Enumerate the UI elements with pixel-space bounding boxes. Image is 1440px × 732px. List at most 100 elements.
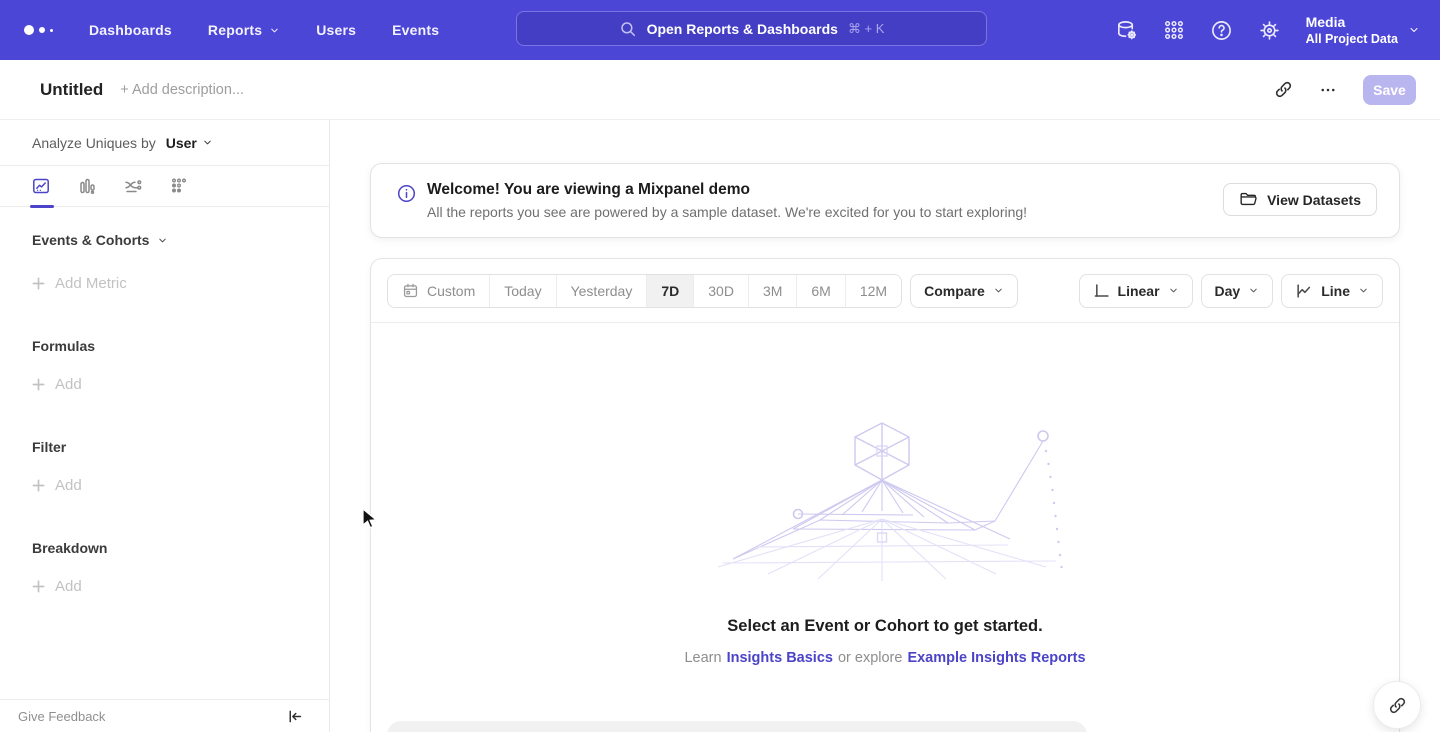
- range-label: 30D: [708, 283, 734, 299]
- analyze-label: Analyze Uniques by: [32, 135, 156, 151]
- logo-dot: [39, 27, 45, 33]
- settings-gear-icon[interactable]: [1258, 19, 1281, 42]
- project-name: Media: [1306, 13, 1398, 31]
- empty-state-title: Select an Event or Cohort to get started…: [371, 617, 1399, 636]
- nav-events[interactable]: Events: [392, 22, 439, 38]
- example-insights-reports-link[interactable]: Example Insights Reports: [907, 650, 1085, 666]
- section-label: Breakdown: [32, 540, 107, 556]
- range-label: 6M: [811, 283, 830, 299]
- search-shortcut: ⌘ + K: [848, 21, 885, 37]
- range-12m-button[interactable]: 12M: [845, 275, 901, 307]
- linear-label: Linear: [1118, 283, 1160, 299]
- link-icon: [1388, 696, 1407, 715]
- banner-title: Welcome! You are viewing a Mixpanel demo: [427, 181, 1027, 199]
- chevron-down-icon: [1408, 24, 1420, 36]
- plus-icon: [32, 378, 45, 391]
- or-explore-text: or explore: [838, 650, 902, 666]
- line-chart-icon: [1295, 282, 1313, 300]
- data-management-icon[interactable]: [1115, 19, 1138, 42]
- formulas-header: Formulas: [32, 338, 329, 354]
- report-title[interactable]: Untitled: [40, 80, 103, 100]
- nav-reports[interactable]: Reports: [208, 22, 280, 38]
- range-label: Yesterday: [571, 283, 633, 299]
- add-description-field[interactable]: + Add description...: [120, 82, 244, 98]
- chevron-down-icon: [1168, 285, 1179, 296]
- chevron-down-icon: [993, 285, 1004, 296]
- insights-basics-link[interactable]: Insights Basics: [727, 650, 833, 666]
- help-icon[interactable]: [1210, 19, 1233, 42]
- breakdown-header: Breakdown: [32, 540, 329, 556]
- range-7d-button[interactable]: 7D: [646, 275, 693, 307]
- view-datasets-button[interactable]: View Datasets: [1223, 183, 1377, 216]
- tab-flows-icon[interactable]: [123, 176, 143, 196]
- add-filter-button[interactable]: Add: [32, 477, 329, 494]
- nav-dashboards[interactable]: Dashboards: [89, 22, 172, 38]
- add-metric-button[interactable]: Add Metric: [32, 275, 329, 292]
- tab-insights-icon[interactable]: [31, 176, 51, 196]
- action-label: Add: [55, 578, 82, 595]
- compare-label: Compare: [924, 283, 985, 299]
- nav-dashboards-label: Dashboards: [89, 22, 172, 38]
- range-30d-button[interactable]: 30D: [693, 275, 748, 307]
- add-breakdown-button[interactable]: Add: [32, 578, 329, 595]
- range-today-button[interactable]: Today: [489, 275, 555, 307]
- sidebar-footer: Give Feedback: [0, 699, 329, 732]
- compare-button[interactable]: Compare: [910, 274, 1018, 308]
- add-formula-button[interactable]: Add: [32, 376, 329, 393]
- query-builder-sidebar: Analyze Uniques by User: [0, 120, 330, 732]
- chevron-down-icon: [157, 235, 168, 246]
- tab-bar-chart-icon[interactable]: [77, 176, 97, 196]
- more-options-icon[interactable]: [1319, 81, 1337, 99]
- line-label: Line: [1321, 283, 1350, 299]
- collapse-sidebar-icon[interactable]: [286, 708, 303, 725]
- save-button[interactable]: Save: [1363, 75, 1416, 105]
- mixpanel-logo[interactable]: [24, 25, 53, 35]
- apps-grid-icon[interactable]: [1163, 19, 1185, 41]
- chevron-down-icon: [202, 137, 213, 148]
- chart-style-line-button[interactable]: Line: [1281, 274, 1383, 308]
- breakdown-section: Breakdown Add: [0, 540, 329, 595]
- analyze-value-dropdown[interactable]: User: [166, 135, 213, 151]
- range-label: 7D: [661, 283, 679, 299]
- chart-type-tabs: [0, 165, 329, 207]
- chevron-down-icon: [1248, 285, 1259, 296]
- plus-icon: [32, 580, 45, 593]
- project-selector[interactable]: Media All Project Data: [1306, 13, 1420, 47]
- search-icon: [619, 20, 637, 38]
- tab-retention-icon[interactable]: [169, 176, 189, 196]
- range-yesterday-button[interactable]: Yesterday: [556, 275, 647, 307]
- events-cohorts-section: Events & Cohorts Add Metric: [0, 232, 329, 292]
- range-label: 12M: [860, 283, 887, 299]
- primary-nav: Dashboards Reports Users Events: [89, 22, 439, 38]
- learn-prefix: Learn: [684, 650, 721, 666]
- copy-link-icon[interactable]: [1274, 80, 1293, 99]
- range-label: 3M: [763, 283, 782, 299]
- breakdown-table-peek: [387, 721, 1087, 732]
- range-label: Custom: [427, 283, 475, 299]
- analyze-uniques-row: Analyze Uniques by User: [0, 120, 329, 165]
- range-3m-button[interactable]: 3M: [748, 275, 796, 307]
- filter-section: Filter Add: [0, 439, 329, 494]
- empty-state-illustration: [698, 419, 1078, 584]
- welcome-banner: Welcome! You are viewing a Mixpanel demo…: [370, 163, 1400, 238]
- chevron-down-icon: [269, 25, 280, 36]
- formulas-section: Formulas Add: [0, 338, 329, 393]
- interval-day-button[interactable]: Day: [1201, 274, 1274, 308]
- insights-report-card: Custom Today Yesterday 7D 30D 3M 6M 12M …: [370, 258, 1400, 732]
- share-link-floating-button[interactable]: [1373, 681, 1421, 729]
- empty-state-links: Learn Insights Basics or explore Example…: [371, 650, 1399, 666]
- nav-users[interactable]: Users: [316, 22, 356, 38]
- logo-dot: [24, 25, 34, 35]
- events-cohorts-header[interactable]: Events & Cohorts: [32, 232, 329, 248]
- calendar-icon: [402, 282, 419, 299]
- give-feedback-link[interactable]: Give Feedback: [18, 709, 105, 724]
- linear-scale-button[interactable]: Linear: [1079, 274, 1193, 308]
- range-6m-button[interactable]: 6M: [796, 275, 844, 307]
- action-label: Add Metric: [55, 275, 127, 292]
- section-label: Events & Cohorts: [32, 232, 149, 248]
- banner-subtitle: All the reports you see are powered by a…: [427, 204, 1027, 220]
- range-custom-button[interactable]: Custom: [388, 275, 489, 307]
- search-placeholder: Open Reports & Dashboards: [647, 21, 838, 37]
- analyze-value-label: User: [166, 135, 197, 151]
- global-search-bar[interactable]: Open Reports & Dashboards ⌘ + K: [516, 11, 987, 46]
